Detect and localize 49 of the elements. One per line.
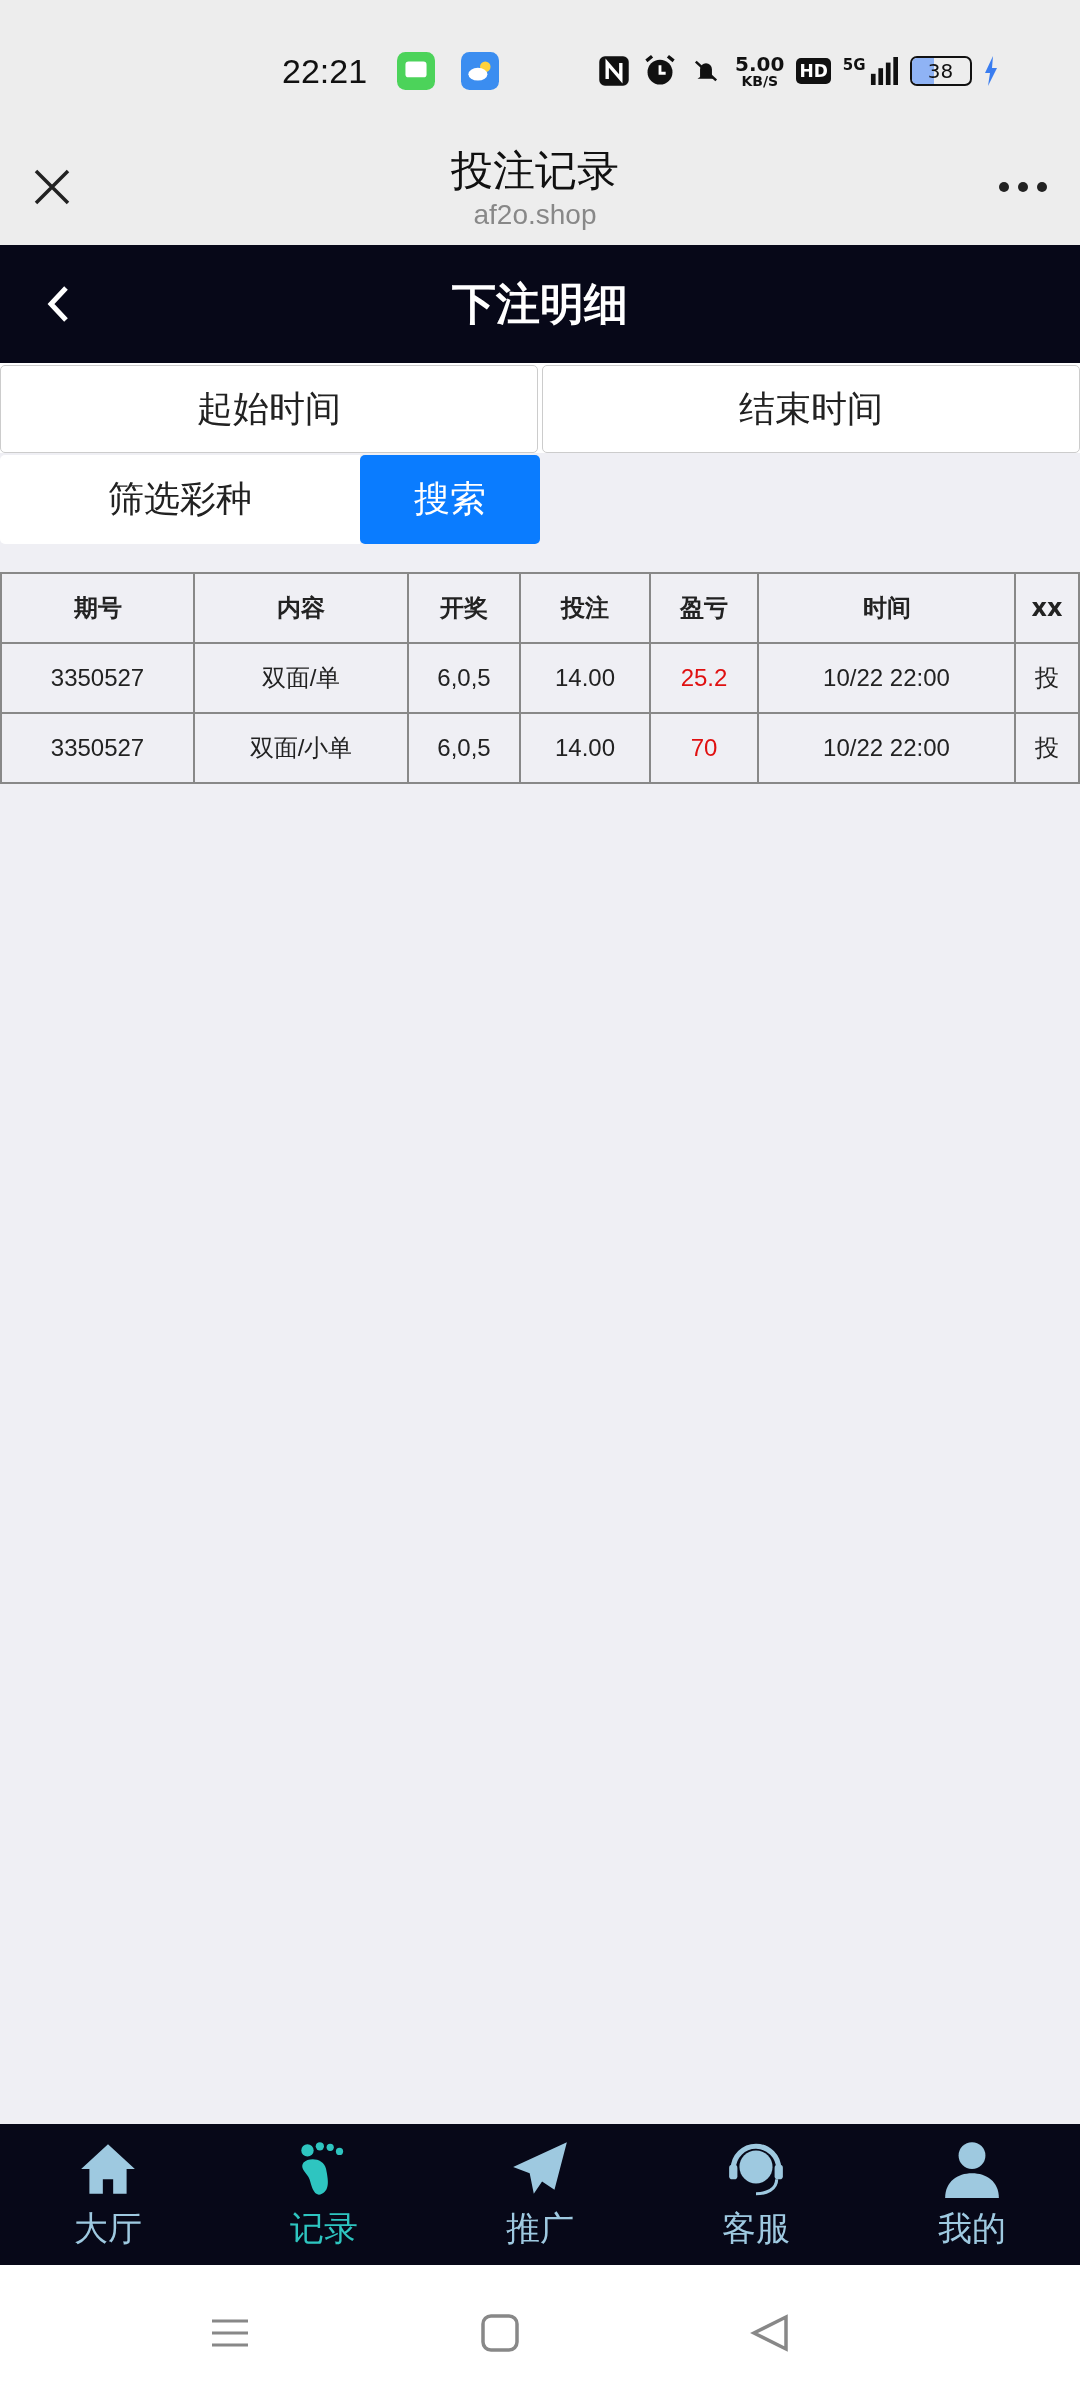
tab-item[interactable]: 推广: [432, 2124, 648, 2265]
page-title: 投注记录: [451, 144, 619, 197]
tab-item[interactable]: 客服: [648, 2124, 864, 2265]
date-picker-button[interactable]: 起始时间: [0, 365, 538, 453]
table-cell: 双面/单: [195, 644, 409, 714]
weather-app-icon: [461, 52, 500, 90]
table-cell: 3350527: [2, 714, 195, 784]
back-triangle-icon[interactable]: [750, 2312, 790, 2353]
table-cell: 3350527: [2, 644, 195, 714]
date-picker-button[interactable]: 结束时间: [542, 365, 1080, 453]
table-cell: 25.2: [651, 644, 759, 714]
speed-unit: KB/S: [741, 74, 779, 88]
table-cell: 70: [651, 714, 759, 784]
status-time: 22:21: [282, 51, 368, 91]
tab-item[interactable]: 我的: [864, 2124, 1080, 2265]
table-cell: 14.00: [521, 644, 651, 714]
battery-indicator: 38: [909, 56, 972, 86]
column-header: 内容: [195, 574, 409, 644]
network-speed: 5.00: [735, 54, 785, 74]
more-icon[interactable]: [998, 180, 1048, 193]
column-header: 时间: [759, 574, 1016, 644]
table-cell: 6,0,5: [409, 644, 521, 714]
table-cell: 投: [1016, 714, 1080, 784]
table-cell: 10/22 22:00: [759, 714, 1016, 784]
column-header: 盈亏: [651, 574, 759, 644]
table-cell: 6,0,5: [409, 714, 521, 784]
column-header: 期号: [2, 574, 195, 644]
table-cell: 投: [1016, 644, 1080, 714]
tab-item[interactable]: 记录: [216, 2124, 432, 2265]
nfc-icon: [597, 54, 632, 88]
column-header: xx: [1016, 574, 1080, 644]
hd-badge: HD: [796, 58, 831, 84]
table-cell: 10/22 22:00: [759, 644, 1016, 714]
charging-icon: [983, 56, 998, 86]
tab-item[interactable]: 大厅: [0, 2124, 216, 2265]
page-url: af2o.shop: [473, 198, 597, 231]
back-icon[interactable]: [46, 284, 70, 324]
alarm-icon: [643, 54, 678, 88]
column-header: 投注: [521, 574, 651, 644]
table-cell: 双面/小单: [195, 714, 409, 784]
column-header: 开奖: [409, 574, 521, 644]
signal-icon: [869, 56, 898, 86]
network-type: 5G: [842, 56, 866, 74]
table-cell: 14.00: [521, 714, 651, 784]
home-square-icon[interactable]: [480, 2312, 520, 2353]
message-app-icon: [397, 52, 436, 90]
header-title: 下注明细: [452, 276, 628, 331]
search-button[interactable]: 搜索: [360, 455, 540, 544]
lottery-filter-button[interactable]: 筛选彩种: [0, 455, 360, 544]
